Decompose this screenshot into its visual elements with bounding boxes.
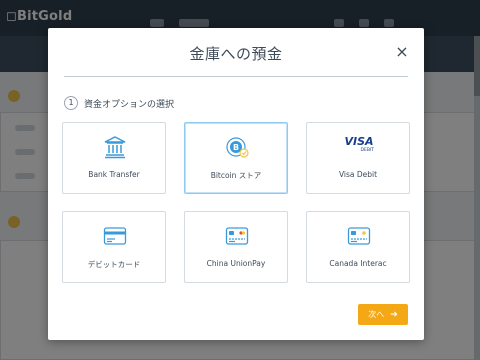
title-divider bbox=[64, 76, 408, 77]
next-button[interactable]: 次へ ➔ bbox=[358, 304, 408, 325]
visa-debit-icon: VISA DEBIT bbox=[341, 136, 377, 158]
debit-card-icon bbox=[103, 227, 127, 245]
option-label: Canada Interac bbox=[329, 259, 387, 268]
close-button[interactable]: × bbox=[394, 44, 410, 60]
option-label: Visa Debit bbox=[338, 170, 378, 179]
option-bitcoin-store[interactable]: B Bitcoin ストア bbox=[184, 122, 288, 194]
option-label: デビットカード bbox=[87, 260, 141, 269]
option-debit-card[interactable]: デビットカード bbox=[62, 211, 166, 283]
next-button-label: 次へ bbox=[368, 310, 385, 319]
option-label: Bitcoin ストア bbox=[210, 171, 262, 180]
debit-logo-text: DEBIT bbox=[360, 148, 374, 153]
interac-card-icon bbox=[347, 227, 371, 245]
visa-logo-text: VISA bbox=[344, 135, 374, 148]
option-label: Bank Transfer bbox=[88, 170, 140, 179]
option-label: China UnionPay bbox=[206, 259, 266, 268]
svg-text:B: B bbox=[233, 143, 239, 152]
option-canada-interac[interactable]: Canada Interac bbox=[306, 211, 410, 283]
option-china-unionpay[interactable]: China UnionPay bbox=[184, 211, 288, 283]
step-label: 資金オプションの選択 bbox=[84, 99, 175, 110]
step-number: 1 bbox=[64, 96, 78, 110]
step-indicator: 1 資金オプションの選択 bbox=[64, 95, 174, 111]
deposit-modal: 金庫への預金 × 1 資金オプションの選択 Bank Transfer B Bi… bbox=[48, 28, 424, 340]
modal-title: 金庫への預金 bbox=[189, 45, 283, 63]
arrow-right-icon: ➔ bbox=[390, 310, 398, 320]
unionpay-card-icon bbox=[225, 227, 249, 245]
option-visa-debit[interactable]: VISA DEBIT Visa Debit bbox=[306, 122, 410, 194]
bitcoin-icon: B bbox=[226, 137, 249, 158]
option-bank-transfer[interactable]: Bank Transfer bbox=[62, 122, 166, 194]
bank-icon bbox=[104, 136, 126, 159]
